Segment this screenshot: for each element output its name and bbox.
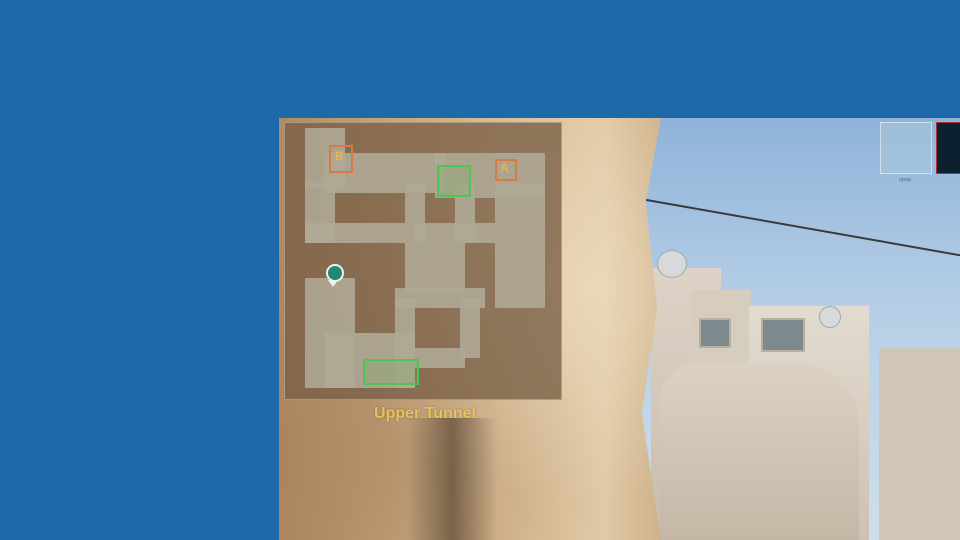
player-direction-icon — [328, 280, 338, 287]
location-label: Upper Tunnel — [374, 405, 476, 422]
window — [699, 318, 731, 348]
map-path — [305, 223, 405, 243]
satellite-dish — [657, 250, 687, 278]
map-path — [495, 183, 545, 308]
building — [879, 348, 960, 540]
satellite-dish — [819, 306, 841, 328]
shadow — [407, 418, 497, 540]
bombsite-a-label: A — [500, 161, 509, 175]
bombsite-b-label: B — [335, 149, 344, 163]
map-path — [415, 223, 495, 243]
balcony — [761, 318, 805, 352]
mid-zone — [437, 165, 471, 197]
hud-label: ᵒᵖᵒᵖ — [898, 176, 912, 185]
weapon-slot-icon — [880, 122, 932, 174]
weapon-slot-icon — [936, 122, 960, 174]
map-path — [425, 243, 465, 293]
map-path — [415, 348, 465, 368]
curved-wall — [659, 363, 859, 540]
minimap: B A — [284, 122, 562, 400]
t-spawn-zone — [363, 359, 419, 385]
